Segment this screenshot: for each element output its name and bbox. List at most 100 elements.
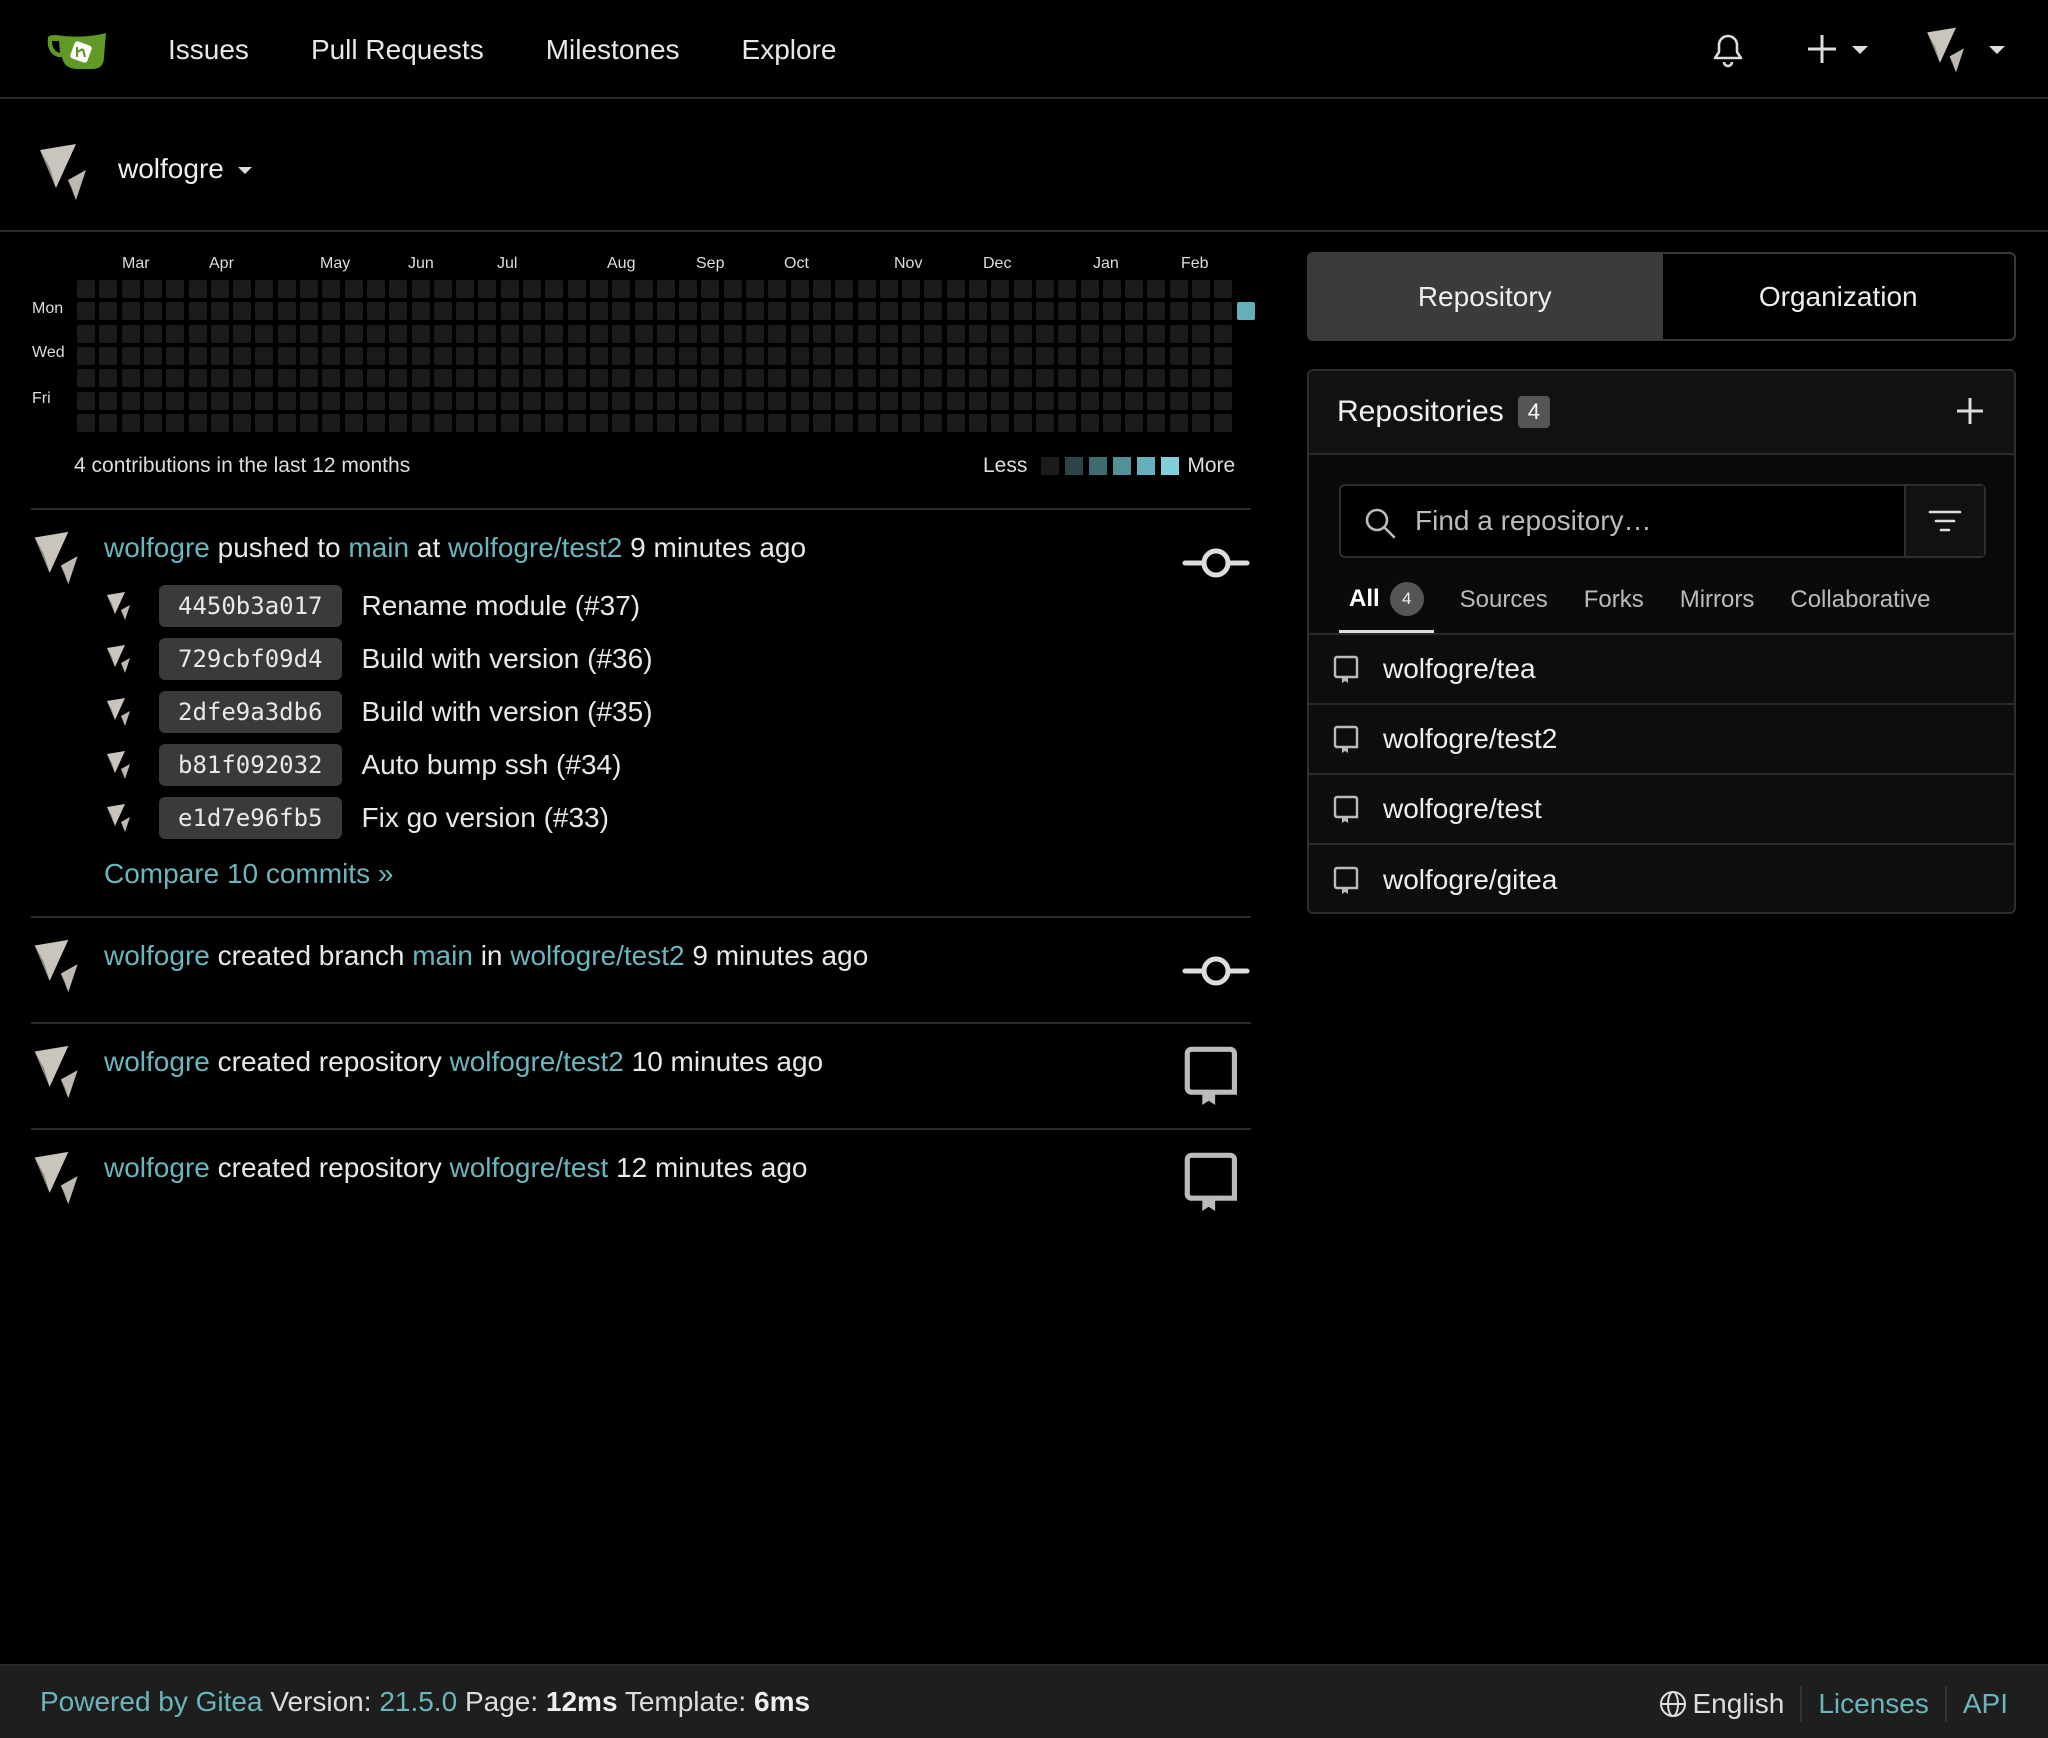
heatmap-cell [255,391,274,410]
heatmap-cell [679,324,698,343]
nav-pull-requests[interactable]: Pull Requests [311,34,484,66]
heatmap-cell [322,413,341,432]
heatmap-cell [188,324,207,343]
powered-by-link[interactable]: Powered by Gitea [40,1686,263,1717]
licenses-link[interactable]: Licenses [1818,1688,1929,1720]
heatmap-cell [589,280,608,298]
create-plus-icon[interactable] [1804,31,1840,67]
repo-list-item[interactable]: wolfogre/test2 [1309,705,2014,775]
heatmap-cell [612,346,631,365]
language-selector[interactable]: English [1659,1688,1784,1720]
heatmap-cell [723,346,742,365]
repo-search-input[interactable] [1341,486,1904,556]
commit-sha-link[interactable]: 2dfe9a3db6 [159,691,342,733]
tab-sources[interactable]: Sources [1442,567,1566,633]
heatmap-cell [344,346,363,365]
heatmap-cell [366,391,385,410]
nav-explore[interactable]: Explore [742,34,837,66]
feed-repo-link[interactable]: wolfogre/test2 [450,1046,624,1077]
compare-commits-link[interactable]: Compare 10 commits » [104,858,393,890]
bell-icon[interactable] [1708,30,1748,70]
repo-list-item[interactable]: wolfogre/tea [1309,635,2014,705]
feed-user-link[interactable]: wolfogre [104,1046,210,1077]
heatmap-cell [567,369,586,388]
nav-issues[interactable]: Issues [168,34,249,66]
heatmap-cell [656,391,675,410]
heatmap-cell [790,324,809,343]
heatmap-cell [1013,346,1032,365]
heatmap-cell [1236,302,1255,321]
repo-name-link[interactable]: wolfogre/test [1383,793,1542,825]
tab-repository[interactable]: Repository [1309,254,1663,339]
gitea-logo-icon[interactable] [44,27,108,73]
context-user-switcher[interactable]: wolfogre [118,153,252,185]
feed-user-link[interactable]: wolfogre [104,532,210,563]
new-repo-plus-icon[interactable] [1954,395,1986,427]
repo-icon [1333,724,1361,754]
user-avatar-icon[interactable] [1924,26,1972,74]
feed-ref-link[interactable]: main [348,532,409,563]
heatmap-cell [612,413,631,432]
feed-repo-link[interactable]: wolfogre/test2 [510,940,684,971]
nav-milestones[interactable]: Milestones [546,34,680,66]
heatmap-cell [255,324,274,343]
heatmap-cell [924,413,943,432]
repo-icon [1333,654,1361,684]
commit-sha-link[interactable]: e1d7e96fb5 [159,797,342,839]
user-menu-chevron-down-icon[interactable] [1989,46,2005,54]
commit-sha-link[interactable]: b81f092032 [159,744,342,786]
heatmap-cell [567,413,586,432]
feed-ref-link[interactable]: main [412,940,473,971]
feed-user-link[interactable]: wolfogre [104,940,210,971]
tab-collaborative[interactable]: Collaborative [1772,567,1948,633]
heatmap-cell [1013,369,1032,388]
heatmap-cell [300,369,318,388]
commit-sha-link[interactable]: 729cbf09d4 [159,638,342,680]
heatmap-cell [389,280,408,298]
heatmap-cell [411,302,430,321]
feed-avatar-icon[interactable] [31,1044,87,1100]
tab-organization[interactable]: Organization [1663,254,2015,339]
heatmap-cell [1013,324,1032,343]
feed-avatar-icon[interactable] [31,938,87,994]
feed-repo-link[interactable]: wolfogre/test2 [448,532,622,563]
tab-forks[interactable]: Forks [1566,567,1662,633]
heatmap-month: Nov [894,255,923,272]
filter-button[interactable] [1904,486,1984,556]
feed-avatar-icon[interactable] [31,530,87,586]
create-chevron-down-icon[interactable] [1852,46,1868,54]
repo-name-link[interactable]: wolfogre/gitea [1383,864,1557,896]
repo-icon [1333,865,1361,895]
feed-avatar-icon[interactable] [31,1150,87,1206]
tab-mirrors[interactable]: Mirrors [1662,567,1773,633]
heatmap-cell [1214,280,1233,298]
heatmap-cell [210,302,229,321]
feed-verb: pushed to [217,532,341,563]
repo-name-link[interactable]: wolfogre/test2 [1383,723,1557,755]
heatmap-cell [255,302,274,321]
api-link[interactable]: API [1963,1688,2008,1720]
feed-repo-link[interactable]: wolfogre/test [450,1152,609,1183]
heatmap-cell [210,369,229,388]
feed-item-create-repo: wolfogre created repository wolfogre/tes… [31,1042,1251,1128]
heatmap-cell [500,324,519,343]
repo-list-item[interactable]: wolfogre/gitea [1309,845,2014,912]
heatmap-cell [567,346,586,365]
repo-name-link[interactable]: wolfogre/tea [1383,653,1536,685]
feed-time: 12 minutes ago [616,1152,808,1183]
version-link[interactable]: 21.5.0 [379,1686,457,1717]
heatmap-cell [1080,280,1099,298]
feed-item-branch: wolfogre created branch main in wolfogre… [31,936,1251,1022]
legend-swatch [1161,457,1180,475]
heatmap-cell [1013,280,1032,298]
heatmap-cell [99,346,118,365]
feed-prep: in [480,940,503,971]
commit-sha-link[interactable]: 4450b3a017 [159,585,342,627]
feed-user-link[interactable]: wolfogre [104,1152,210,1183]
heatmap-cell [188,280,207,298]
heatmap-cell [233,324,252,343]
heatmap-cell [701,391,720,410]
repo-list-item[interactable]: wolfogre/test [1309,775,2014,845]
tab-all[interactable]: All 4 [1339,567,1434,633]
legend-swatch [1089,457,1108,475]
